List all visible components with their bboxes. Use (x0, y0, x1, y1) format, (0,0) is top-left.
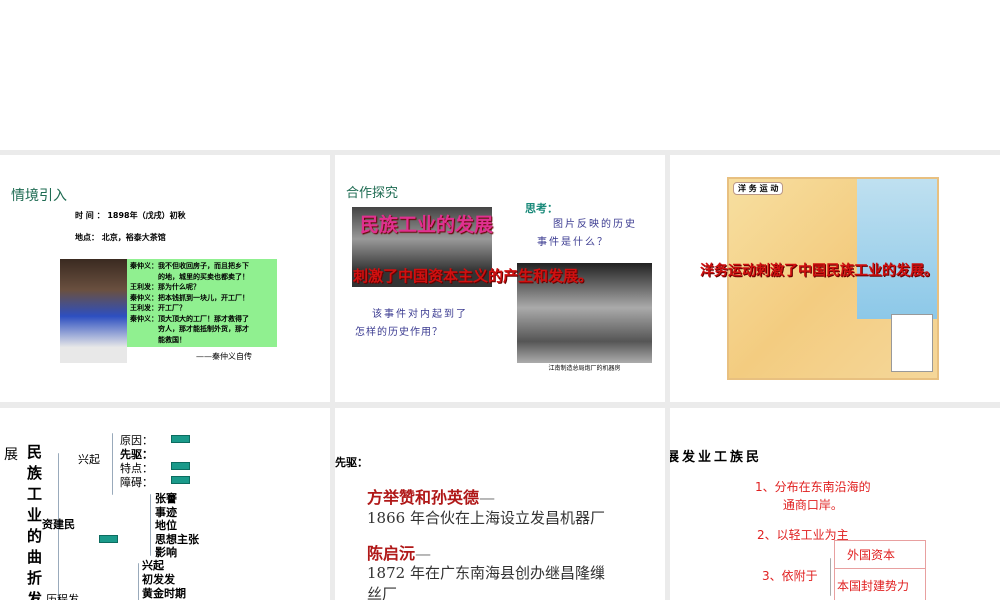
description: 1866 年合伙在上海设立发昌机器厂 (367, 509, 605, 527)
dash: — (415, 544, 432, 563)
point-1: 1、分布在东南沿海的 通商口岸。 (755, 478, 871, 514)
dependency-box: 外国资本 本国封建势力 (834, 540, 926, 600)
list-item: 原因： (120, 434, 153, 447)
list-item: 张謇 (155, 492, 177, 505)
branch-label: 历程发 (46, 593, 79, 600)
description: 1872 年在广东南海县创办继昌隆缫 丝厂 (367, 563, 605, 600)
point-line: 通商口岸。 (782, 498, 843, 512)
overlay-answer: 刺激了中国资本主义的产生和发展。 (353, 267, 594, 285)
slide-thumbnail-5[interactable]: 先驱： 方举赞和孙英德— 1866 年合伙在上海设立发昌机器厂 陈启沅— 187… (335, 408, 665, 600)
question-2: 该事件对内起到了 (372, 309, 468, 320)
description-line: 丝厂 (367, 585, 398, 600)
side-char: 展 (4, 447, 18, 463)
source-text: ——秦仲义自传 (196, 352, 252, 361)
question-2: 怎样的历史作用？ (355, 327, 443, 338)
map-title: 洋 务 运 动 (733, 182, 784, 195)
description-line: 1872 年在广东南海县创办继昌隆缫 (367, 564, 605, 582)
slide-thumbnail-1[interactable]: 情境引入 时 间 ： 1898年（戊戌）初秋 地点： 北京，裕泰大茶馆 秦仲义：… (0, 155, 330, 402)
list-item: 特点： (120, 462, 153, 475)
dialogue-line: 王利发：那为什么呢？ (130, 282, 200, 291)
name-text: 方举赞和孙英德 (367, 488, 480, 507)
photo-caption: 江南制造总局炮厂的机器房 (517, 363, 652, 375)
dash: — (479, 488, 496, 507)
items-list: 张謇 事迹 地位 思想主张 影响 (155, 492, 199, 560)
name-text: 陈启沅 (367, 544, 416, 563)
play-button[interactable] (99, 535, 118, 543)
dialogue-box: 秦仲义：我不但收回房子，而且把乡下 的地，城里的买卖也都卖了！ 王利发：那为什么… (127, 259, 277, 347)
bracket (112, 433, 113, 495)
person-name: 方举赞和孙英德— (367, 484, 495, 508)
list-item: 影响 (155, 546, 177, 559)
dialogue-line: 秦仲义：我不但收回房子，而且把乡下 (130, 261, 249, 270)
think-question: 图片反映的历史 (553, 219, 637, 230)
list-item: 先驱： (120, 448, 153, 461)
box-item: 本国封建势力 (837, 579, 910, 593)
actor-photo (60, 259, 127, 363)
think-question: 事件是什么？ (537, 237, 609, 248)
slide-title: 合作探究 (346, 186, 399, 201)
list-item: 事迹 (155, 505, 177, 519)
dialogue-line: 能救国！ (130, 334, 186, 344)
point-line: 1、分布在东南沿海的 (755, 480, 871, 494)
list-item: 黄金时期 (142, 587, 186, 600)
dialogue-line: 的地，城里的买卖也都卖了！ (130, 271, 249, 281)
section-heading: 先驱： (335, 456, 368, 469)
sea-area (857, 179, 937, 319)
slide-thumbnail-4[interactable]: 展 民族工业的曲折发 兴起 原因： 先驱： 特点： 障碍： 资建民 张謇 事迹 … (0, 408, 330, 600)
bracket (150, 494, 151, 556)
list-item: 思想主张 (155, 532, 199, 546)
dialogue-line: 秦仲义：把本钱抓到一块儿，开工厂！ (130, 292, 249, 302)
point-3: 3、依附于 (762, 569, 818, 583)
previous-row-area (0, 0, 1000, 150)
play-button[interactable] (171, 462, 190, 470)
overlay-title: 民族工业的发展 (360, 214, 494, 236)
list-item: 地位 (155, 519, 177, 532)
bracket (830, 558, 831, 596)
box-item: 外国资本 (835, 541, 925, 569)
bracket (138, 563, 139, 600)
slide-thumbnail-2[interactable]: 合作探究 民族工业的发展 思考： 图片反映的历史 事件是什么？ 江南制造总局炮厂… (335, 155, 665, 402)
items-list: 兴起 初发发 黄金时期 (142, 559, 186, 600)
list-item: 障碍： (120, 476, 153, 489)
dialogue-line: 秦仲义：顶大顶大的工厂！那才救得了 (130, 313, 249, 323)
map-legend (891, 314, 933, 372)
slide-thumbnail-3[interactable]: 洋 务 运 动 洋务运动刺激了中国民族工业的发展。 (670, 155, 1000, 402)
list-item: 兴起 (142, 559, 164, 572)
play-button[interactable] (171, 476, 190, 484)
slide-title: 展发业工族民 (670, 450, 763, 465)
dialogue-line: 穷人，那才能抵制外货，那才 (130, 324, 249, 333)
slide-thumbnail-6[interactable]: 展发业工族民 1、分布在东南沿海的 通商口岸。 2、以轻工业为主 3、依附于 外… (670, 408, 1000, 600)
list-item: 初发发 (142, 573, 175, 586)
think-label: 思考： (525, 202, 558, 215)
place-text: 地点： 北京，裕泰大茶馆 (75, 233, 166, 242)
dialogue-line: 王利发：开工厂？ (130, 303, 186, 312)
items-list: 原因： 先驱： 特点： 障碍： (120, 434, 153, 490)
time-text: 时 间 ： 1898年（戊戌）初秋 (75, 211, 186, 220)
back-button[interactable] (171, 435, 190, 443)
slide-title: 情境引入 (11, 188, 67, 204)
person-name: 陈启沅— (367, 540, 431, 564)
branch-label: 资建民 (42, 518, 75, 531)
overlay-text: 洋务运动刺激了中国民族工业的发展。 (700, 263, 938, 279)
branch-label: 兴起 (78, 453, 100, 466)
